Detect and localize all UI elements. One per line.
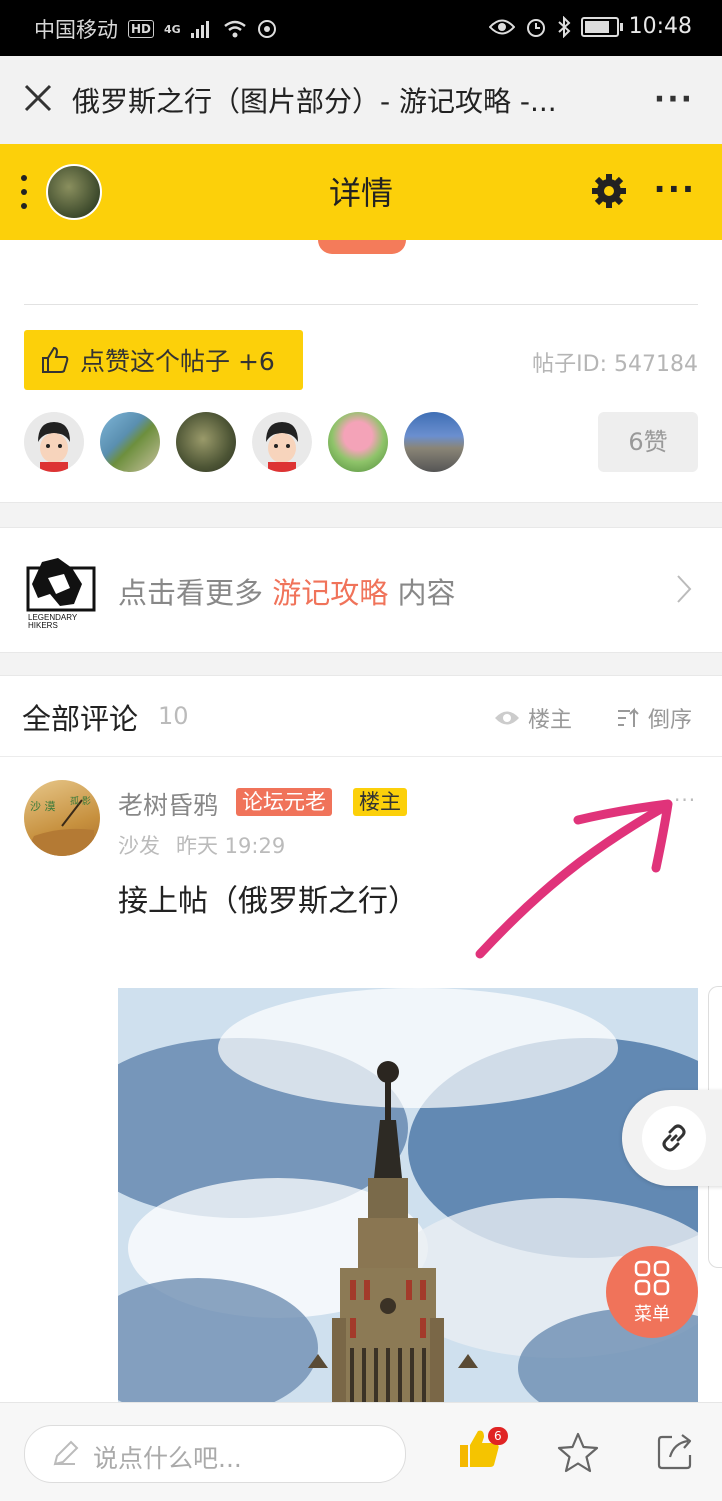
menu-fab-label: 菜单 xyxy=(634,1304,670,1325)
battery-icon xyxy=(580,16,623,37)
page-title: 俄罗斯之行（图片部分）- 游记攻略 -... xyxy=(72,85,557,118)
rank-badge: 论坛元老 xyxy=(236,788,332,816)
comment-photo[interactable] xyxy=(118,988,698,1408)
signal-icon xyxy=(190,21,209,38)
grid-menu-icon xyxy=(634,1260,670,1296)
chevron-right-icon xyxy=(677,575,692,603)
thumbs-up-icon xyxy=(42,346,69,373)
browser-title-bar: 俄罗斯之行（图片部分）- 游记攻略 -... ··· xyxy=(0,56,722,144)
clock: 10:48 xyxy=(628,14,692,39)
annotation-arrow xyxy=(475,799,673,959)
comment-meta: 沙发 昨天 19:29 xyxy=(118,830,301,860)
gear-icon[interactable] xyxy=(590,172,628,210)
divider xyxy=(24,304,698,305)
more-content-text: 点击看更多 游记攻略 内容 xyxy=(118,570,455,612)
title-more-button[interactable]: ··· xyxy=(654,82,694,117)
bottom-action-bar: 说点什么吧... 6 xyxy=(0,1402,722,1501)
more-highlight: 游记攻略 xyxy=(272,576,389,610)
comment-floor: 沙发 xyxy=(118,834,160,858)
pencil-icon xyxy=(53,1440,79,1466)
commenter-name[interactable]: 老树昏鸦 xyxy=(118,786,218,822)
more-suffix: 内容 xyxy=(388,576,456,610)
like-badge: 6 xyxy=(488,1427,508,1445)
liker-avatar[interactable] xyxy=(328,412,388,472)
like-count-button[interactable]: 6赞 xyxy=(598,412,698,472)
like-post-label: 点赞这个帖子 +6 xyxy=(80,347,275,376)
commenter-avatar[interactable]: 沙 漠孤 影 xyxy=(24,780,100,856)
liker-avatar[interactable] xyxy=(252,412,312,472)
comment-text: 接上帖（俄罗斯之行） xyxy=(118,884,418,919)
host-only-filter[interactable]: 楼主 xyxy=(494,702,572,734)
post-id: 帖子ID: 547184 xyxy=(532,352,698,377)
comments-count: 10 xyxy=(158,702,189,730)
app-notify-icon xyxy=(257,20,276,38)
carrier-label: 中国移动 xyxy=(34,18,118,42)
liker-avatar[interactable] xyxy=(24,412,84,472)
liker-avatar[interactable] xyxy=(100,412,160,472)
comment-input-placeholder: 说点什么吧... xyxy=(93,1444,242,1473)
svg-text:孤 影: 孤 影 xyxy=(70,795,91,807)
host-only-label: 楼主 xyxy=(528,708,573,733)
comment-time: 昨天 19:29 xyxy=(176,834,286,858)
bluetooth-icon xyxy=(557,15,571,38)
svg-text:HIKERS: HIKERS xyxy=(28,621,58,630)
legendary-hikers-logo: LEGENDARY HIKERS xyxy=(26,558,96,630)
comment-input[interactable]: 说点什么吧... xyxy=(24,1425,406,1483)
status-right: 10:48 xyxy=(488,14,692,39)
liker-avatar[interactable] xyxy=(404,412,464,472)
close-icon[interactable] xyxy=(20,80,56,116)
comments-title: 全部评论 xyxy=(22,702,139,736)
copy-link-button[interactable] xyxy=(622,1090,722,1186)
link-button-inner xyxy=(642,1106,706,1170)
eye-icon xyxy=(488,19,515,34)
app-header: 详情 ··· xyxy=(0,144,722,240)
section-separator xyxy=(0,652,722,676)
section-separator xyxy=(0,502,722,528)
menu-fab[interactable]: 菜单 xyxy=(606,1246,698,1338)
liker-avatars xyxy=(24,412,464,472)
star-icon[interactable] xyxy=(556,1431,600,1475)
more-prefix: 点击看更多 xyxy=(118,576,273,610)
alarm-icon xyxy=(526,18,545,37)
status-bar: 中国移动 HD 4G 10:48 xyxy=(0,0,722,56)
link-icon xyxy=(662,1124,686,1152)
liker-avatar[interactable] xyxy=(176,412,236,472)
share-icon[interactable] xyxy=(656,1431,696,1471)
status-left: 中国移动 HD 4G xyxy=(34,14,277,44)
like-post-button[interactable]: 点赞这个帖子 +6 xyxy=(24,330,303,390)
decorative-blob xyxy=(318,240,406,254)
eye-icon xyxy=(495,711,519,725)
hd-icon: HD xyxy=(128,20,155,38)
sort-order-label: 倒序 xyxy=(648,708,693,733)
svg-text:沙 漠: 沙 漠 xyxy=(30,800,56,813)
network-type: 4G xyxy=(164,22,181,36)
more-content-link[interactable]: LEGENDARY HIKERS 点击看更多 游记攻略 内容 xyxy=(0,526,722,652)
comments-header: 全部评论 10 楼主 倒序 xyxy=(0,674,722,757)
sort-icon xyxy=(618,707,639,727)
wifi-icon xyxy=(223,20,246,38)
header-more-button[interactable]: ··· xyxy=(654,170,696,208)
op-badge: 楼主 xyxy=(353,788,407,816)
sort-order-toggle[interactable]: 倒序 xyxy=(616,702,692,734)
